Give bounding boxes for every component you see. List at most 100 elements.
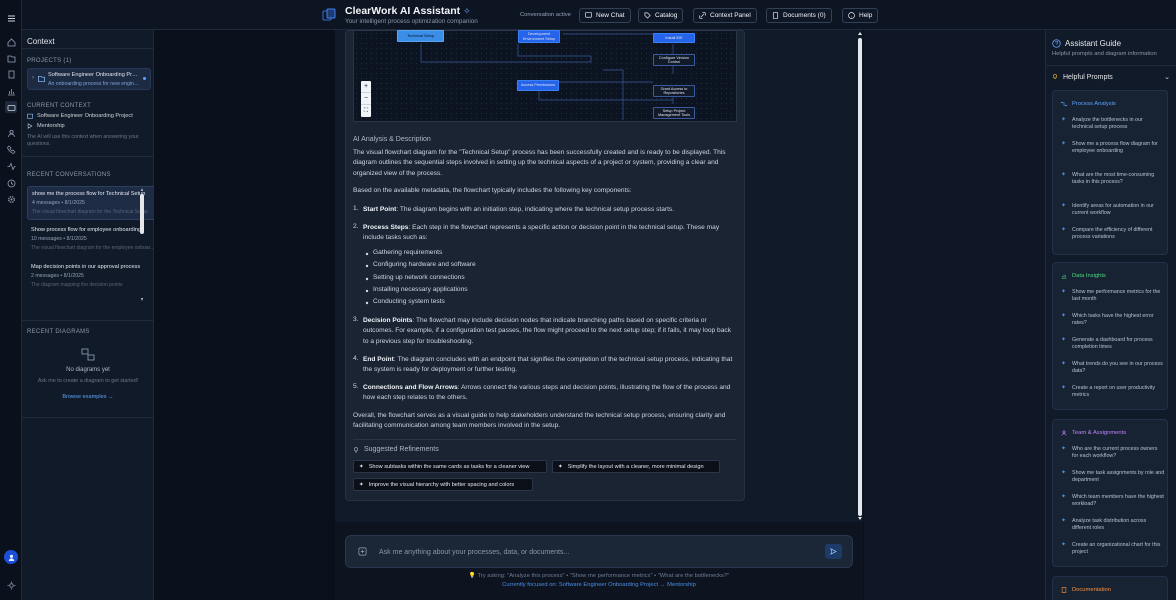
prompt-item[interactable]: ✦ Who are the current process owners for … <box>1061 446 1165 460</box>
prompt-text: Which team members have the highest work… <box>1072 494 1164 507</box>
zoom-out-button[interactable]: − <box>361 93 371 105</box>
prompt-item[interactable]: ✦ Create an organizational chart for this… <box>1061 542 1165 556</box>
help-label: Help <box>859 12 873 19</box>
prompt-text: What trends do you see in our process da… <box>1072 361 1163 374</box>
prompt-text: Analyze the bottlenecks in our technical… <box>1072 117 1143 130</box>
prompt-text: Who are the current process owners for e… <box>1072 446 1158 459</box>
prompt-text: Create an organizational chart for this … <box>1072 542 1161 555</box>
prompt-item[interactable]: ✦ What trends do you see in our process d… <box>1061 361 1165 375</box>
documents-button[interactable]: Documents (0) <box>766 8 832 23</box>
app-logo-icon <box>322 8 336 21</box>
diagram-node[interactable]: Setup Project Management Tools <box>653 107 695 119</box>
chart-icon <box>1061 274 1067 279</box>
chart-icon[interactable] <box>5 85 17 97</box>
project-card[interactable]: › Software Engineer Onboarding Project A… <box>27 68 151 90</box>
prompt-text: Show me a process flow diagram for emplo… <box>1072 141 1158 154</box>
clock-icon[interactable] <box>5 177 17 189</box>
theme-toggle-icon[interactable] <box>5 579 17 591</box>
sparkle-icon: ✦ <box>558 463 563 470</box>
prompt-item[interactable]: ✦ Analyze task distribution across differ… <box>1061 518 1165 532</box>
suggestion-text: Improve the visual hierarchy with better… <box>368 481 515 488</box>
list-term: Decision Points <box>363 317 413 324</box>
prompt-item[interactable]: ✦ Compare the efficiency of different pro… <box>1061 227 1165 241</box>
activity-icon[interactable] <box>5 160 17 172</box>
suggestion-chip[interactable]: ✦ Improve the visual hierarchy with bette… <box>353 478 533 491</box>
prompt-item[interactable]: ✦ Generate a dashboard for process comple… <box>1061 337 1165 351</box>
conversation-preview: The diagram mapping the decision points <box>31 282 123 288</box>
section-title: Documentation <box>1072 587 1111 593</box>
browse-examples-link[interactable]: Browse examples → <box>22 394 154 400</box>
bullet-icon <box>365 277 369 281</box>
home-icon[interactable] <box>5 36 17 48</box>
chat-input-box[interactable]: Ask me anything about your processes, da… <box>345 535 853 568</box>
section-title: Process Analysis <box>1072 101 1116 107</box>
context-title: Context <box>27 37 55 46</box>
avatar[interactable] <box>4 550 18 564</box>
prompt-text: Compare the efficiency of different proc… <box>1072 227 1153 240</box>
context-note: The AI will use this context when answer… <box>27 134 139 147</box>
lead-paragraph: Based on the available metadata, the flo… <box>353 187 632 194</box>
list-number: 3. <box>353 316 359 323</box>
diagram-node[interactable]: Install IDE <box>653 33 695 43</box>
section-header: Data Insights <box>1061 273 1106 279</box>
suggestion-chip[interactable]: ✦ Show subtasks within the same cards as … <box>353 460 547 473</box>
prompt-item[interactable]: ✦ Create a report on user productivity me… <box>1061 385 1165 399</box>
current-process: Mentorship <box>27 123 65 129</box>
users-icon[interactable] <box>5 127 17 139</box>
file-icon[interactable] <box>5 68 17 80</box>
zoom-in-button[interactable]: + <box>361 81 371 93</box>
recent-diagrams-label: RECENT DIAGRAMS <box>27 329 90 335</box>
suggestion-text: Simplify the layout with a cleaner, more… <box>567 463 704 470</box>
section-header: Documentation <box>1061 587 1111 593</box>
diagram-node[interactable]: Technical Setup <box>397 30 444 42</box>
prompt-item[interactable]: ✦ Identify areas for automation in our cu… <box>1061 203 1165 217</box>
prompt-item[interactable]: ✦ Show me performance metrics for the las… <box>1061 289 1165 303</box>
tag-icon <box>644 12 651 19</box>
suggestion-chip[interactable]: ✦ Simplify the layout with a cleaner, mor… <box>552 460 720 473</box>
app-subtitle: Your intelligent process optimization co… <box>345 18 478 25</box>
recent-conversations-label: RECENT CONVERSATIONS <box>27 172 111 178</box>
sparkle-icon: ✦ <box>1061 141 1067 147</box>
fit-view-button[interactable]: ⛶ <box>361 105 371 117</box>
prompt-item[interactable]: ✦ Which team members have the highest wor… <box>1061 494 1165 508</box>
link-icon <box>699 12 706 19</box>
prompt-item[interactable]: ✦ Show me a process flow diagram for empl… <box>1061 141 1165 155</box>
context-panel-label: Context Panel <box>710 12 751 19</box>
menu-icon[interactable] <box>5 12 17 24</box>
diagram-node[interactable]: Grant Access to Repositories <box>653 85 695 97</box>
assistant-icon[interactable] <box>5 101 17 113</box>
catalog-button[interactable]: Catalog <box>638 8 684 23</box>
conversation-title: Show process flow for employee onboardin… <box>31 227 142 233</box>
folder-icon[interactable] <box>5 52 17 64</box>
prompt-item[interactable]: ✦ Show me task assignments by role and de… <box>1061 470 1165 484</box>
sparkle-icon: ✦ <box>1061 227 1067 233</box>
diagram-node[interactable]: Development Environment Setup <box>518 30 560 43</box>
new-chat-button[interactable]: New Chat <box>579 8 631 23</box>
attach-icon[interactable] <box>358 547 367 556</box>
list-number: 5. <box>353 383 359 390</box>
help-button[interactable]: Help <box>842 8 879 23</box>
current-project: Software Engineer Onboarding Project <box>27 113 133 119</box>
sparkle-icon: ✦ <box>1061 337 1067 343</box>
prompt-item[interactable]: ✦ Analyze the bottlenecks in our technica… <box>1061 117 1165 131</box>
conversation-meta: 4 messages • 8/1/2025 <box>32 200 85 206</box>
helpful-prompts-label: Helpful Prompts <box>1063 73 1113 81</box>
chat-scrollbar[interactable] <box>857 30 863 522</box>
diagram-node[interactable]: Access Permissions <box>517 80 559 91</box>
chat-input-placeholder[interactable]: Ask me anything about your processes, da… <box>379 549 569 556</box>
helpful-prompts-toggle[interactable]: Helpful Prompts ⌄ <box>1052 73 1170 81</box>
send-button[interactable] <box>825 544 842 559</box>
diagram-node[interactable]: Configure Version Control <box>653 54 695 66</box>
phone-icon[interactable] <box>5 143 17 155</box>
list-text: : The diagram concludes with an endpoint… <box>363 356 733 374</box>
current-context-label: CURRENT CONTEXT <box>27 103 92 109</box>
context-panel-button[interactable]: Context Panel <box>693 8 757 23</box>
conversation-scrollbar[interactable] <box>140 188 144 306</box>
sparkle-icon: ✦ <box>1061 289 1067 295</box>
prompt-item[interactable]: ✦ What are the most time-consuming tasks … <box>1061 172 1165 186</box>
prompt-item[interactable]: ✦ Which tasks have the highest error rate… <box>1061 313 1165 327</box>
focus-link[interactable]: Currently focused on: Software Engineer … <box>335 582 863 588</box>
settings-icon[interactable] <box>5 193 17 205</box>
current-project-label: Software Engineer Onboarding Project <box>37 113 133 119</box>
prompt-section-card: Process Analysis ✦ Analyze the bottleneck… <box>1052 90 1168 255</box>
